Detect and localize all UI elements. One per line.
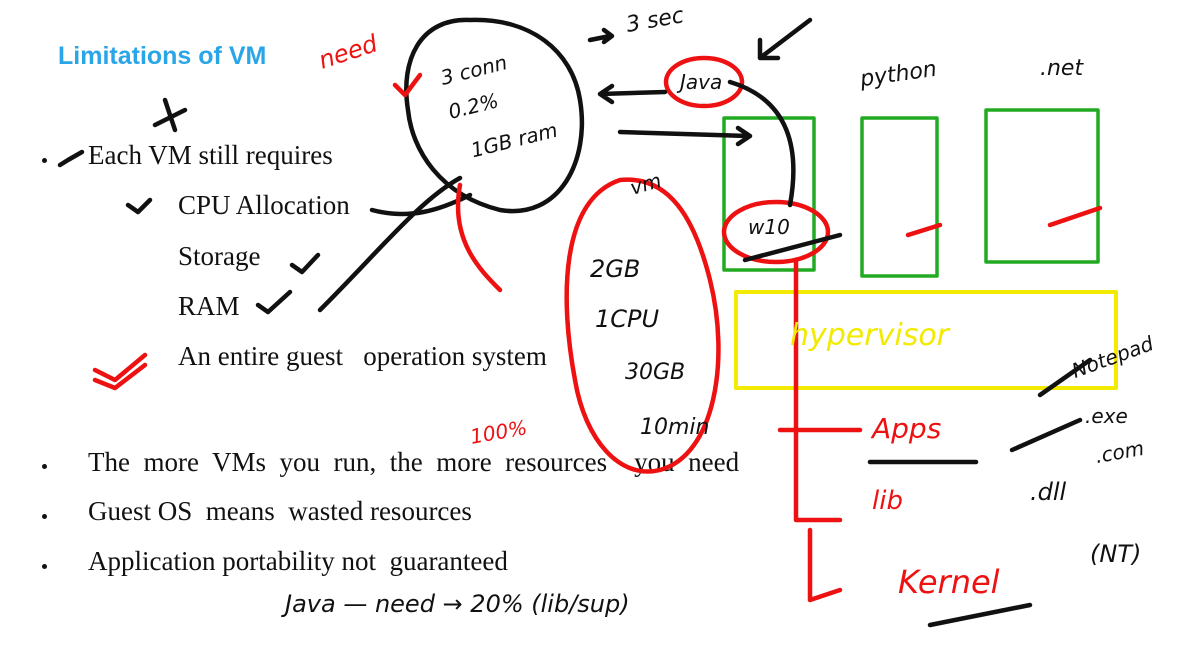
vm-blob-outline xyxy=(404,17,585,214)
red-check-guest xyxy=(92,352,148,391)
annotation-exe: .exe xyxy=(1085,404,1128,428)
underline-kernel xyxy=(927,602,1033,628)
annotation-spec2-30gb: 30GB xyxy=(625,360,686,385)
annotation-spec2-1cpu: 1CPU xyxy=(595,305,660,333)
net-vm-box xyxy=(984,108,1100,264)
check-storage xyxy=(289,252,321,275)
red-line-kernel xyxy=(807,527,843,603)
annotation-layer xyxy=(57,17,1118,628)
check-intro xyxy=(57,149,85,168)
annotation-net: .net xyxy=(1040,56,1084,81)
annotation-w10: w10 xyxy=(748,215,790,239)
line-apps-exe xyxy=(1009,417,1083,453)
annotation-apps: Apps xyxy=(872,412,942,445)
check-ram xyxy=(255,289,293,315)
red-check-vm2 xyxy=(1047,205,1103,228)
annotation-kernel: Kernel xyxy=(898,563,1000,601)
arrow-java-to-blob xyxy=(597,83,668,105)
x-mark xyxy=(152,97,188,133)
arrow-to-java xyxy=(757,17,813,61)
annotation-lib: lib xyxy=(872,486,903,516)
annotation-spec2-2gb: 2GB xyxy=(590,255,641,283)
annotation-nt: (NT) xyxy=(1090,540,1142,568)
red-check-vm1 xyxy=(905,222,943,238)
annotation-java-need: Java — need → 20% (lib/sup) xyxy=(285,590,630,618)
annotation-dll: .dll xyxy=(1030,478,1067,506)
line-blob-to-ram xyxy=(317,175,463,313)
annotation-hypervisor: hypervisor xyxy=(790,318,950,353)
python-vm-box xyxy=(860,116,939,278)
annotation-java: Java xyxy=(680,70,723,94)
check-cpu xyxy=(125,197,153,215)
arrow-blob-to-box xyxy=(617,125,753,147)
annotation-spec2-10min: 10min xyxy=(640,415,710,440)
arrow-small xyxy=(587,27,615,45)
